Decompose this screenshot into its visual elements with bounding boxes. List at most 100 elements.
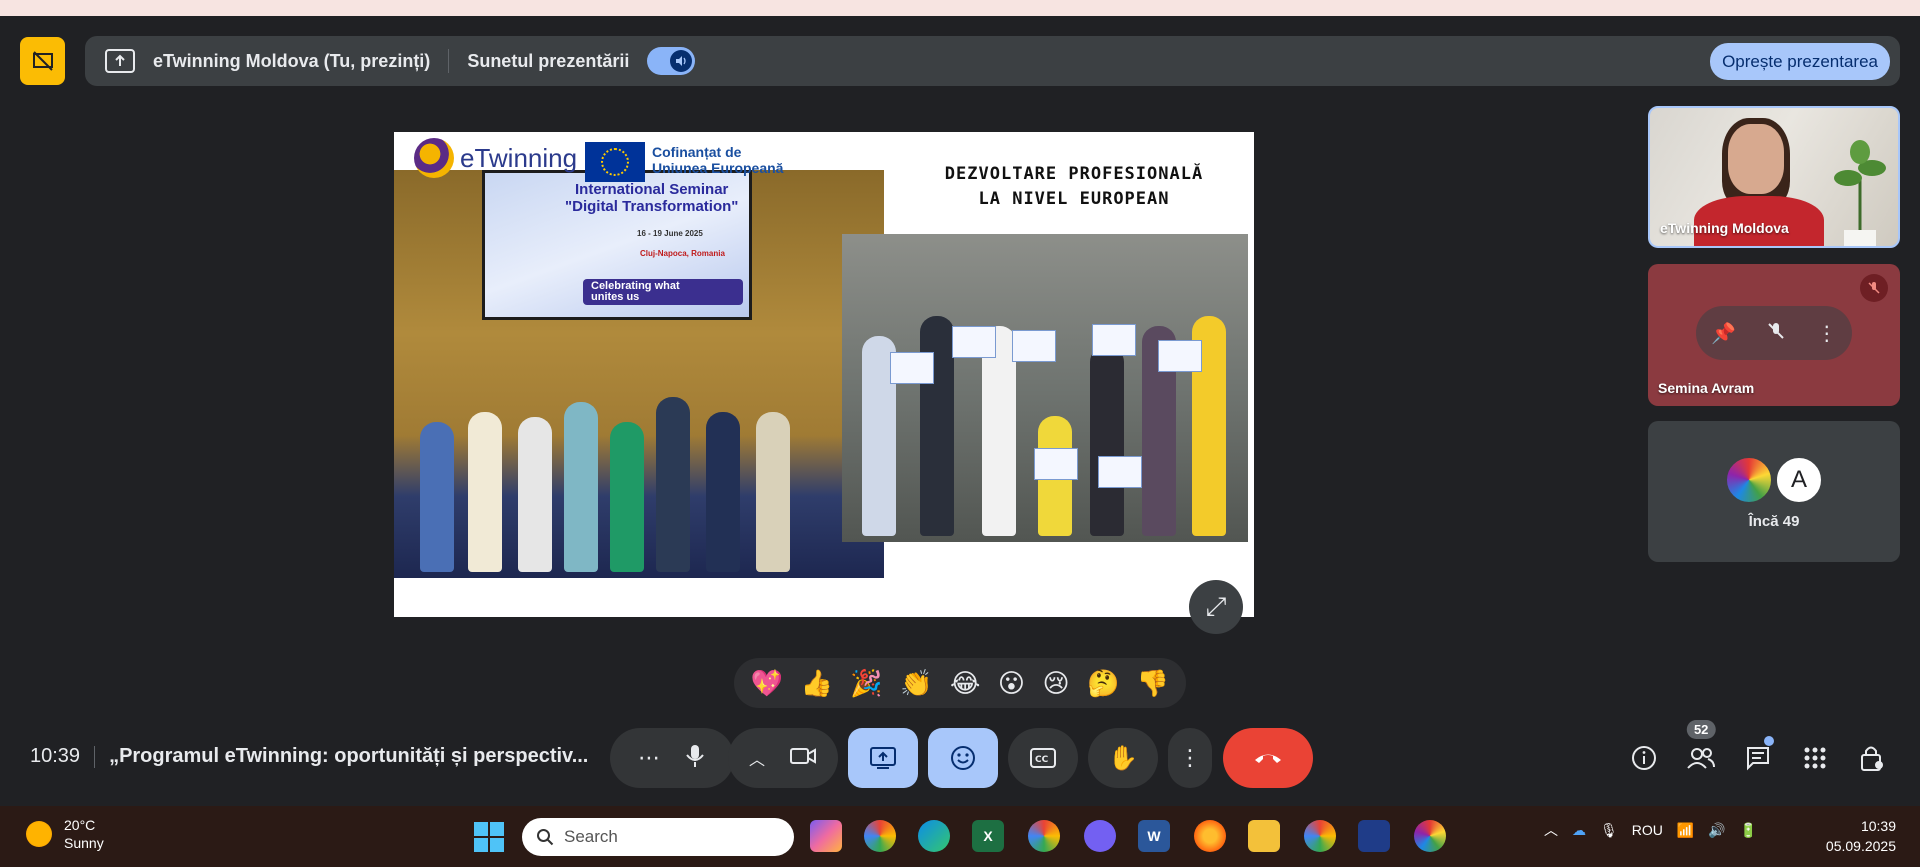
- microphone-tray-icon[interactable]: 🎙: [1600, 822, 1618, 839]
- logo-text: eTwinning: [460, 142, 578, 173]
- person: [656, 397, 690, 572]
- raise-hand-button[interactable]: ✋: [1088, 728, 1158, 788]
- present-screen-icon: [105, 49, 135, 73]
- copilot-icon[interactable]: [810, 820, 842, 852]
- participant-name: Semina Avram: [1658, 380, 1755, 396]
- chevron-up-icon[interactable]: ︿: [749, 746, 765, 770]
- search-icon: [537, 829, 554, 846]
- presentation-sound-toggle[interactable]: [647, 47, 696, 75]
- hand-icon: ✋: [1108, 744, 1138, 772]
- heading-line2: LA NIVEL EUROPEAN: [978, 189, 1170, 209]
- chrome-profile-icon[interactable]: [864, 820, 896, 852]
- present-screen-button[interactable]: [848, 728, 918, 788]
- more-participants-tile[interactable]: A Încă 49: [1648, 421, 1900, 562]
- presenting-indicator-icon[interactable]: [20, 37, 65, 85]
- chat-button[interactable]: [1738, 736, 1778, 778]
- camera-icon[interactable]: [789, 746, 817, 771]
- weather-condition: Sunny: [64, 835, 104, 851]
- chevron-up-icon[interactable]: ︿: [1544, 820, 1558, 840]
- reaction-party[interactable]: 🎉: [850, 668, 882, 699]
- people-count-badge: 52: [1686, 720, 1716, 739]
- seminar-group-photo: International Seminar "Digital Transform…: [394, 170, 884, 578]
- certificate: [952, 326, 996, 358]
- taskbar-clock[interactable]: 10:39 05.09.2025: [1826, 816, 1896, 856]
- more-options-button[interactable]: ⋮: [1168, 728, 1212, 788]
- participant-tile-etwinning-moldova[interactable]: eTwinning Moldova: [1648, 106, 1900, 248]
- right-controls: 52: [1616, 720, 1900, 788]
- divider: [448, 49, 450, 73]
- weather-widget[interactable]: 20°C Sunny: [26, 816, 104, 852]
- mute-participant-icon[interactable]: [1766, 321, 1786, 346]
- eu-cofinance-label: Cofinanțat de Uniunea Europeană: [652, 144, 783, 176]
- avatar: [1725, 456, 1773, 504]
- host-controls-button[interactable]: [1852, 738, 1892, 778]
- person: [706, 412, 740, 572]
- chrome-icon[interactable]: [1028, 820, 1060, 852]
- stop-presenting-button[interactable]: Oprește prezentarea: [1710, 43, 1890, 80]
- reaction-clap[interactable]: 👏: [900, 668, 932, 699]
- battery-icon[interactable]: 🔋: [1740, 822, 1757, 839]
- reaction-laugh[interactable]: 😂: [950, 668, 980, 699]
- person: [756, 412, 790, 572]
- shared-slide: International Seminar "Digital Transform…: [394, 132, 1254, 617]
- reaction-thumbs-down[interactable]: 👎: [1137, 668, 1169, 699]
- end-call-icon: [1255, 754, 1281, 763]
- windows-taskbar: 20°C Sunny Search X W ︿ ☁ 🎙 ROU 📶 🔊 🔋 10…: [0, 806, 1920, 867]
- microphone-icon[interactable]: [684, 743, 706, 774]
- person: [564, 402, 598, 572]
- firefox-icon[interactable]: [1194, 820, 1226, 852]
- activities-button[interactable]: [1795, 738, 1835, 778]
- certificate: [1034, 448, 1078, 480]
- person: [420, 422, 454, 572]
- system-tray: ︿ ☁ 🎙 ROU 📶 🔊 🔋: [1544, 820, 1757, 840]
- webex-icon[interactable]: [1358, 820, 1390, 852]
- excel-icon[interactable]: X: [972, 820, 1004, 852]
- file-explorer-icon[interactable]: [1248, 820, 1280, 852]
- reaction-heart[interactable]: 💖: [751, 668, 783, 699]
- language-indicator[interactable]: ROU: [1632, 822, 1663, 838]
- presenter-title: eTwinning Moldova (Tu, prezinți): [153, 50, 431, 71]
- chrome-active-icon[interactable]: [1304, 820, 1336, 852]
- certificate: [1098, 456, 1142, 488]
- leave-call-button[interactable]: [1223, 728, 1313, 788]
- word-icon[interactable]: W: [1138, 820, 1170, 852]
- mic-off-icon: [1860, 274, 1888, 302]
- more-vert-icon: ⋮: [1179, 745, 1201, 770]
- more-participants-label: Încă 49: [1748, 513, 1800, 530]
- paint-icon[interactable]: [1414, 820, 1446, 852]
- person: [610, 422, 644, 572]
- screen-title: International Seminar "Digital Transform…: [565, 181, 738, 215]
- certificate: [890, 352, 934, 384]
- viber-icon[interactable]: [1084, 820, 1116, 852]
- reaction-sad[interactable]: 😢: [1042, 668, 1069, 699]
- weather-text: 20°C Sunny: [64, 816, 104, 852]
- meeting-details-button[interactable]: [1624, 738, 1664, 778]
- wifi-icon[interactable]: 📶: [1677, 822, 1694, 839]
- participant-tile-semina-avram[interactable]: 📌 ⋮ Semina Avram: [1648, 264, 1900, 406]
- reaction-thumbs-up[interactable]: 👍: [801, 668, 833, 699]
- screen-place: Cluj-Napoca, Romania: [640, 249, 725, 258]
- apps-grid-icon: [1804, 747, 1826, 769]
- expand-icon[interactable]: ⤢: [1189, 580, 1243, 634]
- participant-name: eTwinning Moldova: [1660, 220, 1789, 236]
- svg-text:CC: CC: [1035, 755, 1049, 765]
- person: [468, 412, 502, 572]
- windows-start-icon[interactable]: [474, 822, 504, 852]
- participant-face: [1728, 124, 1784, 194]
- edge-icon[interactable]: [918, 820, 950, 852]
- reactions-button[interactable]: [928, 728, 998, 788]
- captions-button[interactable]: CC: [1008, 728, 1078, 788]
- etwinning-logo: eTwinning: [414, 138, 577, 178]
- more-options-icon[interactable]: ⋮: [1817, 321, 1837, 346]
- audio-options-icon[interactable]: ⋯: [638, 745, 660, 771]
- screen-date: 16 - 19 June 2025: [637, 229, 703, 238]
- reaction-surprised[interactable]: 😮: [998, 668, 1025, 699]
- reaction-thinking[interactable]: 🤔: [1087, 668, 1119, 699]
- taskbar-search[interactable]: Search: [522, 818, 794, 856]
- tile-controls: 📌 ⋮: [1696, 306, 1852, 360]
- onedrive-icon[interactable]: ☁: [1572, 822, 1586, 839]
- speaker-icon[interactable]: 🔊: [1708, 822, 1725, 839]
- meeting-clock: 10:39: [30, 745, 81, 767]
- pin-icon[interactable]: 📌: [1711, 321, 1736, 346]
- people-button[interactable]: 52: [1681, 720, 1721, 778]
